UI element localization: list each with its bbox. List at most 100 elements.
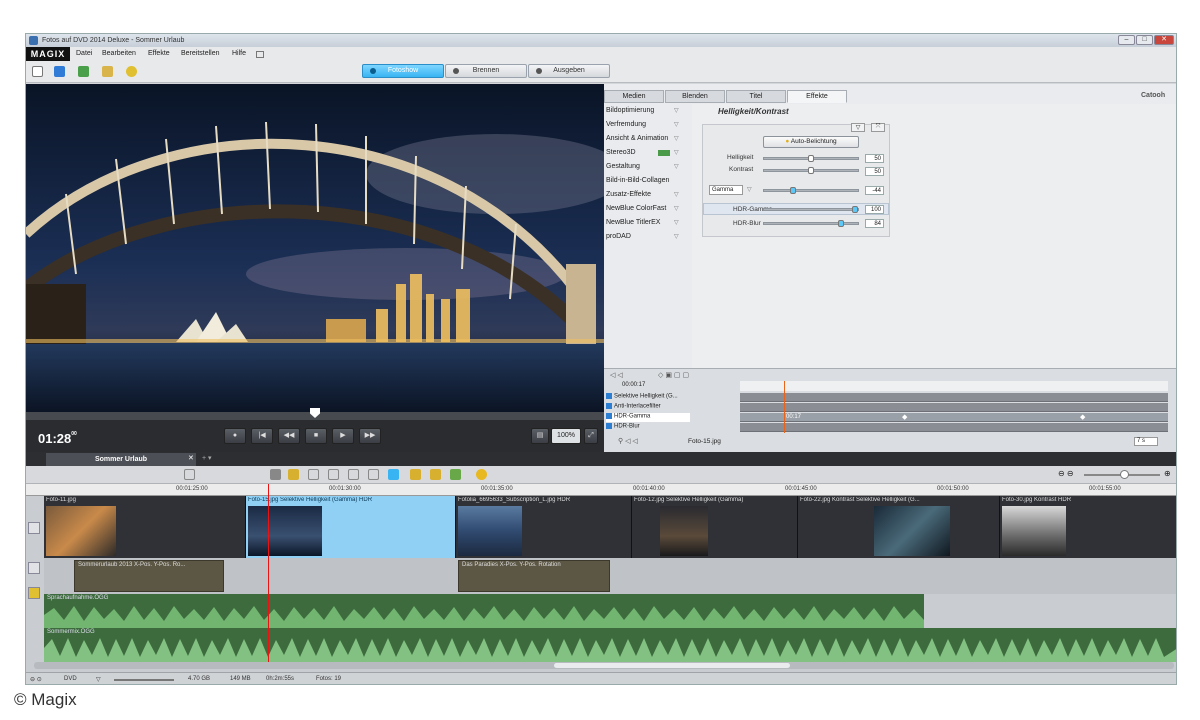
chevron-down-icon[interactable]: ▽ bbox=[747, 186, 752, 193]
fast-forward-button[interactable]: ▶▶ bbox=[359, 428, 381, 444]
marker-next-icon[interactable] bbox=[430, 469, 441, 480]
auto-exposure-button[interactable]: ● Auto-Belichtung bbox=[763, 136, 859, 148]
list-item[interactable]: NewBlue ColorFast ▽ bbox=[606, 205, 679, 212]
display-menu-button[interactable]: ▤ bbox=[531, 428, 549, 444]
minimize-button[interactable]: – bbox=[1118, 35, 1135, 45]
scrubber-handle[interactable] bbox=[310, 408, 320, 418]
menu-hilfe[interactable]: Hilfe bbox=[232, 50, 246, 57]
microphone-button[interactable]: ● bbox=[224, 428, 246, 444]
list-item[interactable]: NewBlue TitlerEX ▽ bbox=[606, 219, 679, 226]
keyframe-nav-icon[interactable]: ◁ ◁ bbox=[610, 371, 623, 379]
keyframe-track[interactable] bbox=[740, 423, 1168, 432]
keyframe-point-icon[interactable]: ◆ bbox=[902, 413, 907, 421]
jump-start-button[interactable]: |◀ bbox=[251, 428, 273, 444]
fullscreen-button[interactable]: ⤢ bbox=[584, 428, 598, 444]
contrast-slider[interactable] bbox=[763, 167, 859, 174]
menu-effekte[interactable]: Effekte bbox=[148, 50, 170, 57]
hdr-gamma-value[interactable]: 100 bbox=[865, 205, 884, 214]
keyframe-marker[interactable]: 00:17 bbox=[786, 414, 801, 420]
checkbox-icon[interactable] bbox=[606, 423, 612, 429]
import-icon[interactable] bbox=[102, 66, 113, 77]
slider-knob[interactable] bbox=[808, 155, 814, 162]
slider-knob[interactable] bbox=[790, 187, 796, 194]
keyframe-tools-icon[interactable]: ◇ ▣ ▢ ▢ bbox=[658, 371, 689, 379]
tab-blenden[interactable]: Blenden bbox=[665, 90, 725, 103]
scrollbar-thumb[interactable] bbox=[554, 663, 790, 668]
keyframe-row[interactable]: HDR-Gamma bbox=[606, 413, 690, 422]
chapter-icon[interactable] bbox=[368, 469, 379, 480]
zoom-select[interactable]: 100% bbox=[551, 428, 581, 444]
tab-sommer-urlaub[interactable]: Sommer Urlaub bbox=[46, 453, 196, 466]
list-item[interactable]: Verfremdung ▽ bbox=[606, 121, 679, 128]
preset-dropdown-icon[interactable]: ▽ bbox=[851, 123, 865, 132]
list-item[interactable]: Zusatz-Effekte ▽ bbox=[606, 191, 679, 198]
paste-icon[interactable] bbox=[328, 469, 339, 480]
gamma-slider[interactable] bbox=[763, 187, 859, 194]
hdr-gamma-slider[interactable] bbox=[763, 206, 859, 213]
mouse-mode-icon[interactable] bbox=[388, 469, 399, 480]
close-button[interactable]: ✕ bbox=[1154, 35, 1174, 45]
open-folder-icon[interactable] bbox=[54, 66, 65, 77]
delete-icon[interactable] bbox=[270, 469, 281, 480]
timeline-clip[interactable]: Foto-30.jpg Kontrast HDR bbox=[1000, 496, 1176, 558]
zoom-in-icon[interactable]: ⊕ bbox=[1164, 469, 1171, 478]
smiley-icon[interactable] bbox=[476, 469, 487, 480]
brightness-value[interactable]: 50 bbox=[865, 154, 884, 163]
keyframe-zoom[interactable]: 7 s bbox=[1134, 437, 1158, 446]
timeline-clip[interactable]: Foto-11.jpg bbox=[44, 496, 246, 558]
title-clip[interactable]: Das Paradies X-Pos. Y-Pos. Rotation bbox=[458, 560, 610, 592]
title-clip[interactable]: Sommerurlaub 2013 X-Pos. Y-Pos. Ro... bbox=[74, 560, 224, 592]
checkbox-icon[interactable] bbox=[606, 403, 612, 409]
slider-knob[interactable] bbox=[808, 167, 814, 174]
track-button[interactable] bbox=[28, 522, 40, 534]
status-icons[interactable]: ⊖ ⊙ bbox=[30, 676, 42, 683]
timeline-playhead[interactable] bbox=[268, 484, 269, 662]
contrast-value[interactable]: 50 bbox=[865, 167, 884, 176]
keyframe-point-icon[interactable]: ◆ bbox=[1080, 413, 1085, 421]
add-tab-icon[interactable]: + ▾ bbox=[202, 454, 212, 462]
gamma-select[interactable]: Gamma bbox=[709, 185, 743, 195]
timeline-clip[interactable]: Fotolia_6695633_Subscription_L.jpg HDR bbox=[456, 496, 632, 558]
help-chat-icon[interactable] bbox=[256, 51, 264, 58]
preview-scrubber[interactable] bbox=[26, 408, 604, 420]
rewind-button[interactable]: ◀◀ bbox=[278, 428, 300, 444]
menu-bereitstellen[interactable]: Bereitstellen bbox=[181, 50, 220, 57]
disc-type[interactable]: DVD bbox=[64, 676, 77, 682]
keyframe-track[interactable]: 00:17 ◆ ◆ bbox=[740, 413, 1168, 422]
marker-icon[interactable] bbox=[410, 469, 421, 480]
list-item[interactable]: Bildoptimierung ▽ bbox=[606, 107, 679, 114]
slider-knob[interactable] bbox=[1120, 470, 1129, 479]
brightness-slider[interactable] bbox=[763, 155, 859, 162]
keyframe-footer-icons[interactable]: ⚲ ◁ ◁ bbox=[618, 437, 638, 445]
list-item[interactable]: proDAD ▽ bbox=[606, 233, 679, 240]
cut-icon[interactable] bbox=[288, 469, 299, 480]
menu-datei[interactable]: Datei bbox=[76, 50, 92, 57]
checkbox-icon[interactable] bbox=[606, 413, 612, 419]
slider-knob[interactable] bbox=[852, 206, 858, 213]
tab-brennen[interactable]: Brennen bbox=[445, 64, 527, 78]
track-button[interactable] bbox=[28, 587, 40, 599]
timeline-zoom-slider[interactable] bbox=[1084, 470, 1160, 479]
wizard-icon[interactable] bbox=[126, 66, 137, 77]
reset-icon[interactable]: ⤧ bbox=[871, 123, 885, 132]
hdr-blur-slider[interactable] bbox=[763, 220, 859, 227]
keyframe-row[interactable]: HDR-Blur bbox=[606, 423, 690, 432]
maximize-button[interactable]: □ bbox=[1136, 35, 1153, 45]
close-icon[interactable]: ✕ bbox=[188, 454, 194, 462]
play-button[interactable]: ▶ bbox=[332, 428, 354, 444]
menu-bearbeiten[interactable]: Bearbeiten bbox=[102, 50, 136, 57]
track-button[interactable] bbox=[28, 562, 40, 574]
keyframe-row[interactable]: Anti-Interlacefilter bbox=[606, 403, 690, 412]
text-icon[interactable] bbox=[348, 469, 359, 480]
pencil-icon[interactable] bbox=[184, 469, 195, 480]
keyframe-row[interactable]: Selektive Helligkeit (G... bbox=[606, 393, 690, 402]
export-icon[interactable] bbox=[450, 469, 461, 480]
audio-clip-voice[interactable]: Sprachaufnahme.OGG bbox=[44, 594, 924, 628]
hdr-blur-value[interactable]: 84 bbox=[865, 219, 884, 228]
audio-clip-music[interactable]: Sommermix.OGG bbox=[44, 628, 1176, 662]
tab-effekte[interactable]: Effekte bbox=[787, 90, 847, 103]
stop-button[interactable]: ■ bbox=[305, 428, 327, 444]
tab-medien[interactable]: Medien bbox=[604, 90, 664, 103]
keyframe-track[interactable] bbox=[740, 403, 1168, 412]
zoom-out-icon[interactable]: ⊖ ⊖ bbox=[1058, 469, 1074, 478]
